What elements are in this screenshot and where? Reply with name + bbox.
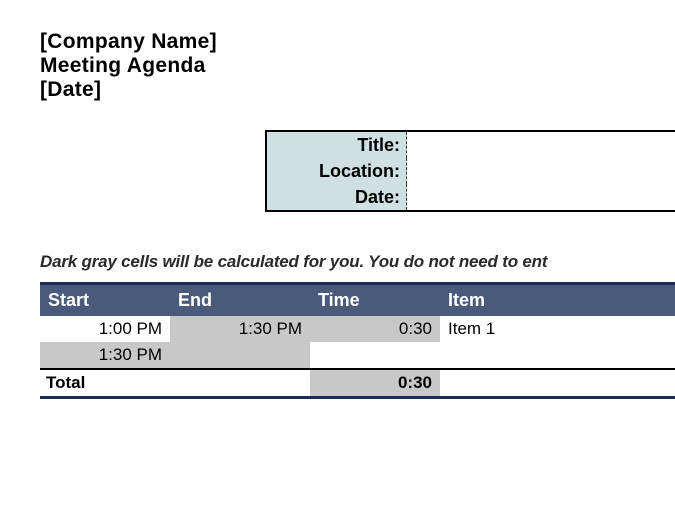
info-row-title: Title: bbox=[267, 132, 675, 158]
cell-item[interactable] bbox=[440, 342, 675, 369]
title-value[interactable] bbox=[407, 132, 675, 158]
cell-end bbox=[170, 342, 310, 369]
document-header: [Company Name] Meeting Agenda [Date] bbox=[40, 30, 675, 102]
info-row-location: Location: bbox=[267, 158, 675, 184]
title-label: Title: bbox=[267, 132, 407, 158]
cell-start[interactable]: 1:00 PM bbox=[40, 316, 170, 342]
document-date[interactable]: [Date] bbox=[40, 78, 675, 102]
total-time: 0:30 bbox=[310, 369, 440, 398]
meeting-info-box: Title: Location: Date: bbox=[265, 130, 675, 212]
date-label: Date: bbox=[267, 184, 407, 210]
agenda-row: 1:00 PM 1:30 PM 0:30 Item 1 bbox=[40, 316, 675, 342]
col-header-item: Item bbox=[440, 284, 675, 316]
instruction-note: Dark gray cells will be calculated for y… bbox=[40, 252, 675, 272]
cell-time: 0:30 bbox=[310, 316, 440, 342]
total-end-blank bbox=[170, 369, 310, 398]
document-title: Meeting Agenda bbox=[40, 54, 675, 78]
col-header-end: End bbox=[170, 284, 310, 316]
agenda-row: 1:30 PM bbox=[40, 342, 675, 369]
agenda-header-row: Start End Time Item bbox=[40, 284, 675, 316]
company-name[interactable]: [Company Name] bbox=[40, 30, 675, 54]
info-row-date: Date: bbox=[267, 184, 675, 210]
cell-start: 1:30 PM bbox=[40, 342, 170, 369]
location-label: Location: bbox=[267, 158, 407, 184]
cell-end: 1:30 PM bbox=[170, 316, 310, 342]
cell-time bbox=[310, 342, 440, 369]
total-label: Total bbox=[40, 369, 170, 398]
col-header-start: Start bbox=[40, 284, 170, 316]
agenda-table: Start End Time Item 1:00 PM 1:30 PM 0:30… bbox=[40, 282, 675, 399]
agenda-total-row: Total 0:30 bbox=[40, 369, 675, 398]
cell-item[interactable]: Item 1 bbox=[440, 316, 675, 342]
location-value[interactable] bbox=[407, 158, 675, 184]
col-header-time: Time bbox=[310, 284, 440, 316]
total-item-blank bbox=[440, 369, 675, 398]
date-value[interactable] bbox=[407, 184, 675, 210]
